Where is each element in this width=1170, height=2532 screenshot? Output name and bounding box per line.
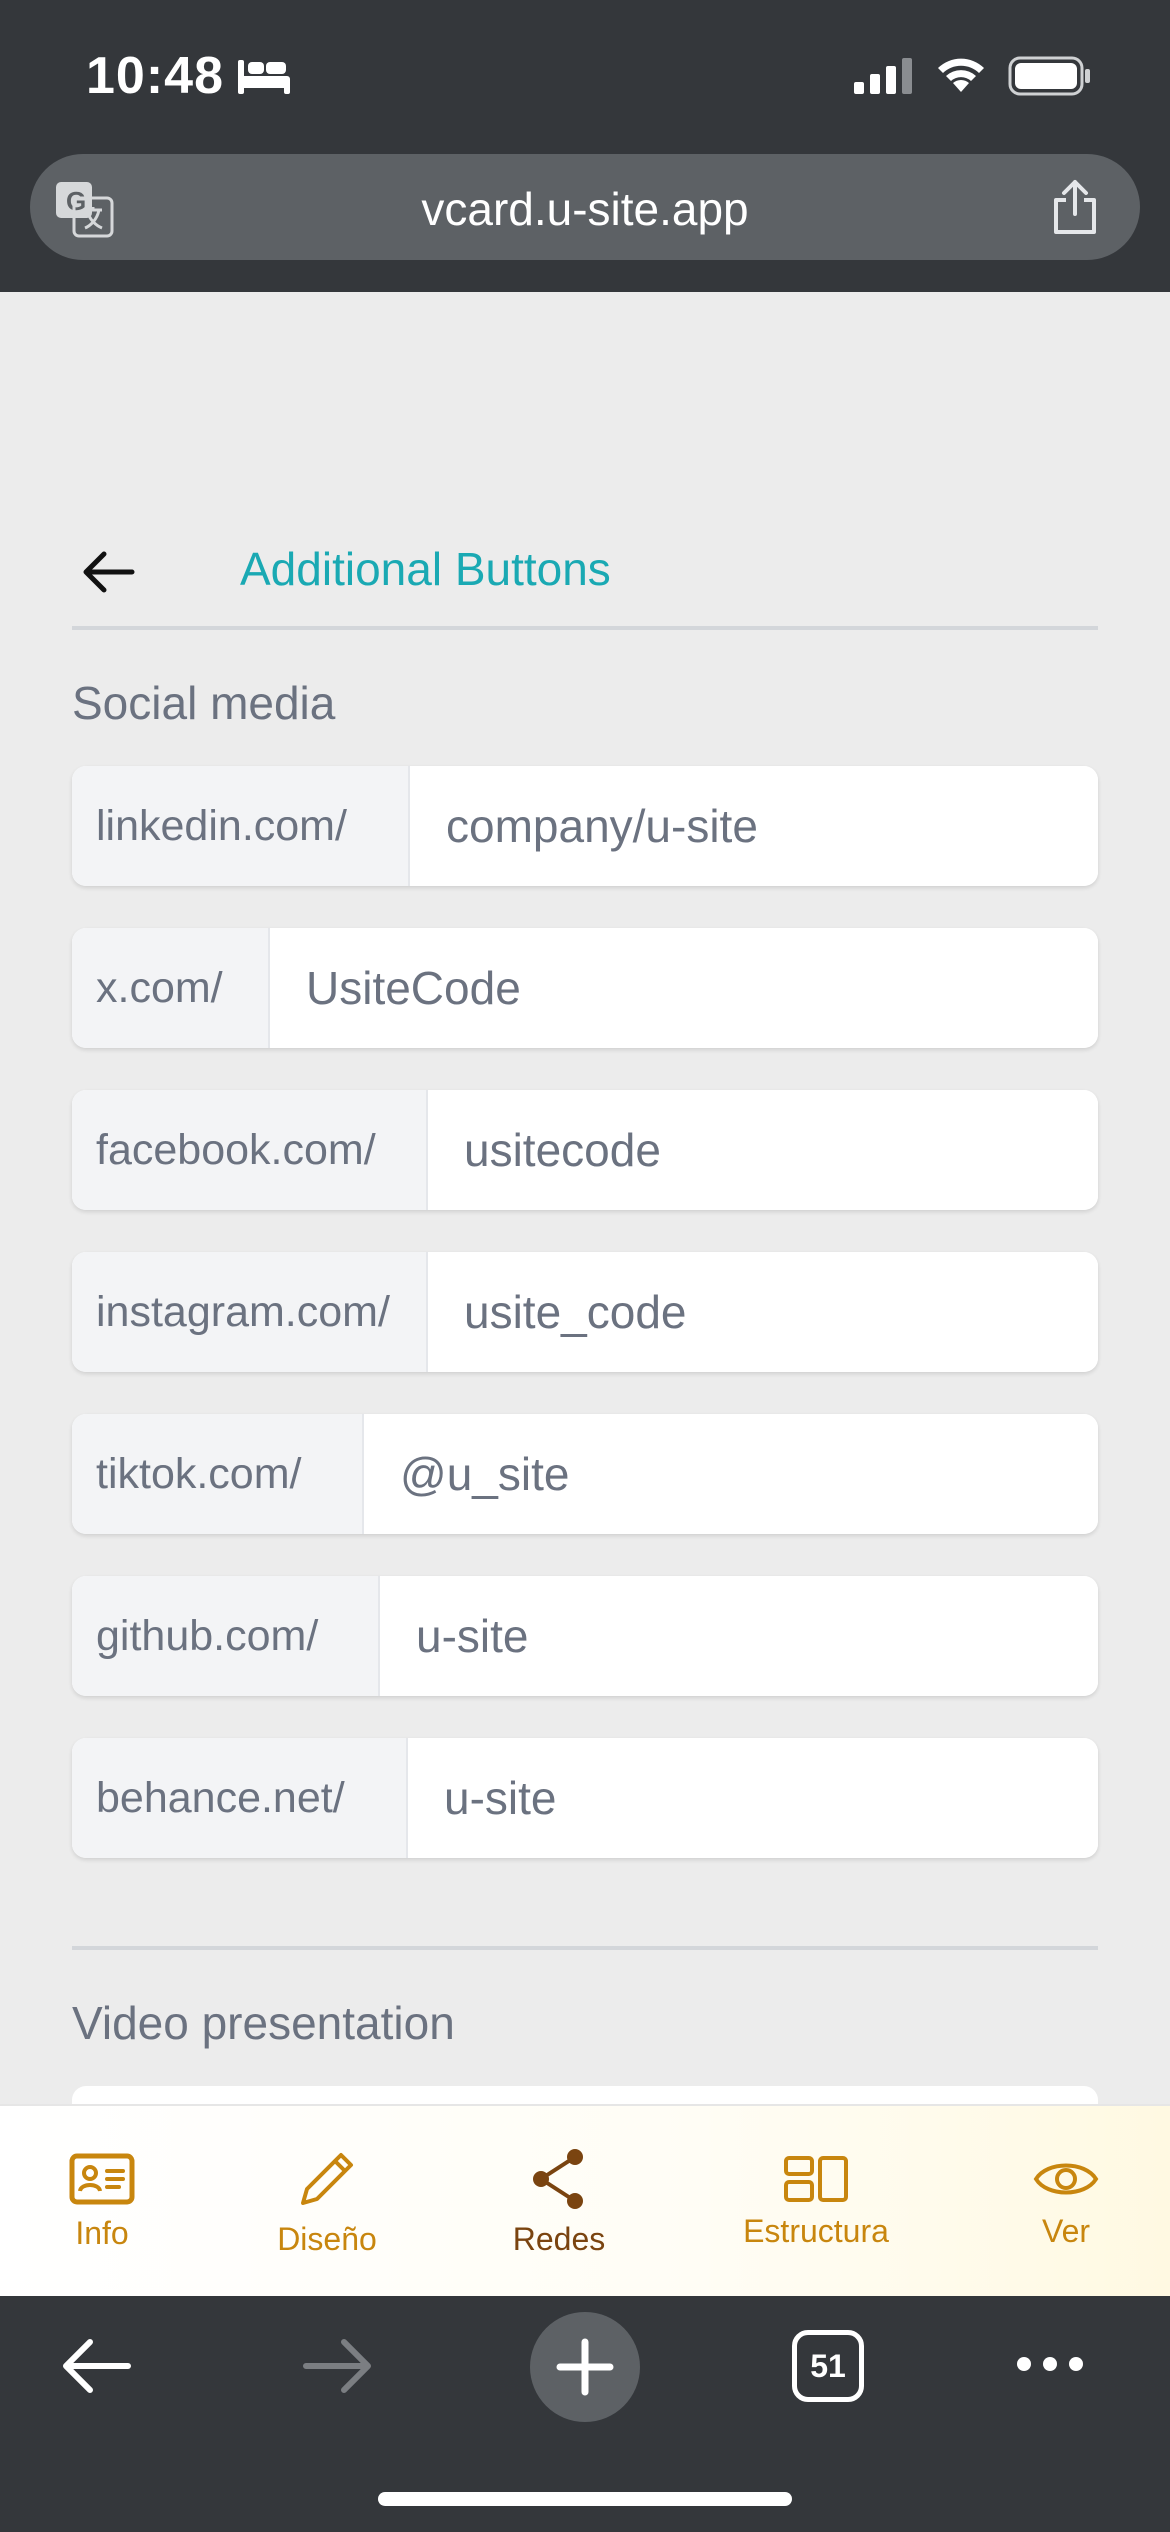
browser-back-icon[interactable] <box>58 2334 134 2398</box>
nav-label: Redes <box>512 2220 606 2257</box>
plus-icon <box>556 2338 614 2396</box>
instagram-input[interactable] <box>428 1252 1098 1372</box>
url-prefix: tiktok.com/ <box>72 1414 364 1534</box>
url-text: vcard.u-site.app <box>421 183 749 235</box>
share-icon[interactable] <box>1050 178 1100 236</box>
browser-address-area: G vcard.u-site.app <box>0 150 1170 292</box>
nav-item-diseno[interactable]: Diseño <box>262 2106 392 2298</box>
eye-icon <box>1033 2163 1099 2194</box>
page-header: Additional Buttons <box>72 520 1098 630</box>
social-row-tiktok: tiktok.com/ <box>72 1414 1098 1534</box>
layout-icon <box>784 2155 848 2202</box>
social-row-x: x.com/ <box>72 928 1098 1048</box>
nav-label: Estructura <box>743 2212 889 2249</box>
home-indicator <box>378 2492 792 2506</box>
id-card-icon <box>69 2153 135 2204</box>
url-prefix: behance.net/ <box>72 1738 408 1858</box>
social-row-instagram: instagram.com/ <box>72 1252 1098 1372</box>
more-icon[interactable] <box>1014 2352 1086 2376</box>
social-row-github: github.com/ <box>72 1576 1098 1696</box>
url-prefix: facebook.com/ <box>72 1090 428 1210</box>
nav-item-ver[interactable]: Ver <box>1018 2106 1114 2298</box>
url-prefix: linkedin.com/ <box>72 766 410 886</box>
nav-label: Diseño <box>277 2220 377 2257</box>
social-row-behance: behance.net/ <box>72 1738 1098 1858</box>
video-presentation-heading: Video presentation <box>72 1997 455 2049</box>
x-input[interactable] <box>270 928 1098 1048</box>
status-time: 10:48 <box>86 47 224 105</box>
facebook-input[interactable] <box>428 1090 1098 1210</box>
social-media-heading: Social media <box>72 677 336 729</box>
social-row-facebook: facebook.com/ <box>72 1090 1098 1210</box>
behance-input[interactable] <box>408 1738 1098 1858</box>
page-title: Additional Buttons <box>240 543 611 595</box>
social-row-linkedin: linkedin.com/ <box>72 766 1098 886</box>
back-arrow-icon[interactable] <box>78 542 138 602</box>
linkedin-input[interactable] <box>410 766 1098 886</box>
battery-icon <box>1008 56 1090 96</box>
pencil-icon <box>301 2152 353 2205</box>
share-nodes-icon <box>533 2148 583 2209</box>
nav-item-redes[interactable]: Redes <box>496 2106 622 2298</box>
url-prefix: github.com/ <box>72 1576 380 1696</box>
tabs-button[interactable]: 51 <box>792 2330 864 2402</box>
new-tab-button[interactable] <box>530 2312 640 2422</box>
section-divider <box>72 1946 1098 1950</box>
signal-icon <box>854 58 912 94</box>
wifi-icon <box>938 58 984 92</box>
browser-forward-icon[interactable] <box>300 2334 376 2398</box>
nav-item-info[interactable]: Info <box>46 2106 158 2298</box>
nav-item-estructura[interactable]: Estructura <box>736 2106 896 2298</box>
nav-label: Info <box>75 2214 129 2251</box>
app-bottom-nav: Info Diseño Redes Estructura Ver <box>0 2104 1170 2296</box>
url-prefix: instagram.com/ <box>72 1252 428 1372</box>
url-prefix: x.com/ <box>72 928 270 1048</box>
tiktok-input[interactable] <box>364 1414 1098 1534</box>
nav-label: Ver <box>1041 2212 1091 2249</box>
github-input[interactable] <box>380 1576 1098 1696</box>
address-bar[interactable]: G vcard.u-site.app <box>30 154 1140 260</box>
bed-icon <box>238 60 290 94</box>
status-bar: 10:48 <box>0 0 1170 150</box>
